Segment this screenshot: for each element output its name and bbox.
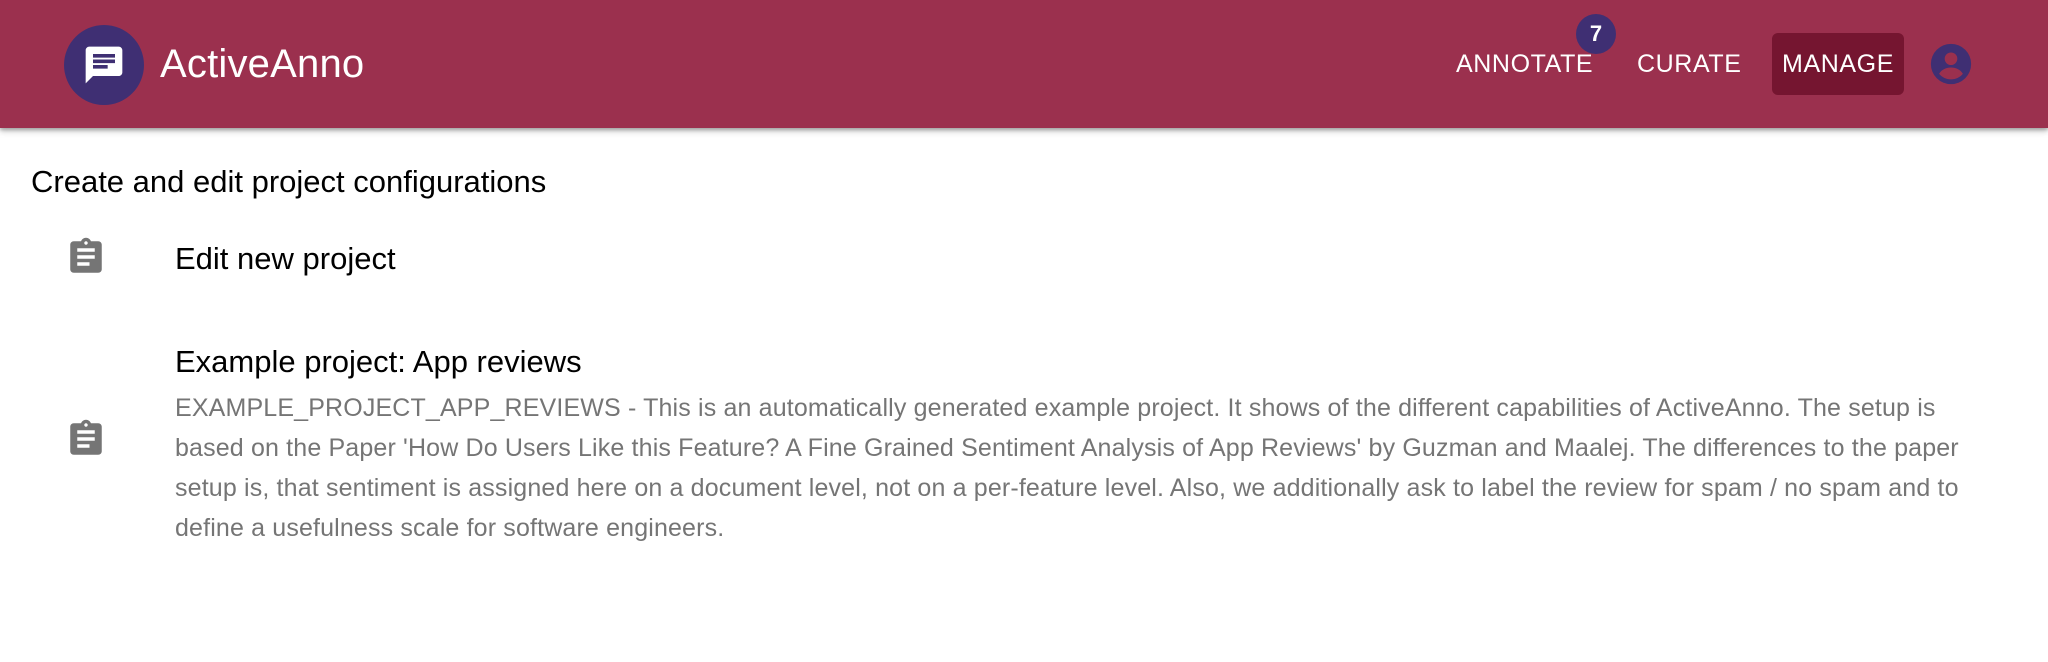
app-title[interactable]: ActiveAnno — [160, 38, 364, 90]
project-title: Edit new project — [175, 241, 396, 276]
account-circle-icon[interactable] — [1930, 43, 1972, 85]
chat-message-icon — [85, 46, 123, 84]
nav-curate-button[interactable]: CURATE — [1621, 33, 1758, 95]
project-title: Example project: App reviews — [175, 344, 582, 379]
project-description: EXAMPLE_PROJECT_APP_REVIEWS - This is an… — [175, 394, 1959, 542]
clipboard-icon — [70, 419, 102, 455]
app-bar: ActiveAnno ANNOTATE 7 CURATE MANAGE — [0, 0, 2048, 128]
project-list-item[interactable]: Example project: App reviews EXAMPLE_PRO… — [0, 328, 2048, 548]
page-heading: Create and edit project configurations — [31, 164, 547, 199]
annotate-count-badge: 7 — [1576, 14, 1616, 54]
project-list-item[interactable]: Edit new project — [0, 224, 2048, 294]
nav-manage-button[interactable]: MANAGE — [1772, 33, 1904, 95]
clipboard-icon — [70, 237, 102, 273]
app-logo[interactable] — [64, 25, 144, 105]
